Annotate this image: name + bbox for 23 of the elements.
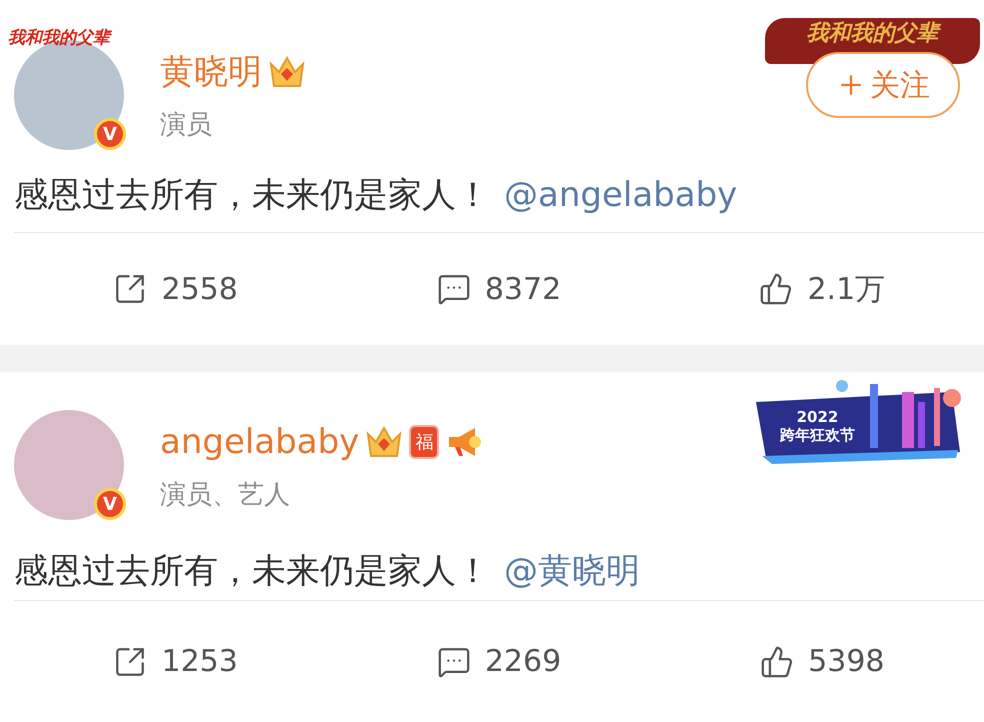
- comment-button[interactable]: 8372: [337, 272, 661, 306]
- avatar-frame-text: 我和我的父辈: [8, 27, 110, 49]
- verified-badge: V: [94, 488, 126, 520]
- post-text: 感恩过去所有，未来仍是家人！: [14, 551, 490, 591]
- fu-badge: 福: [409, 425, 440, 459]
- repost-button[interactable]: 2558: [14, 272, 338, 306]
- crown-icon: [365, 424, 404, 460]
- crown-icon: [268, 54, 306, 90]
- like-button[interactable]: 5398: [660, 644, 984, 679]
- like-button[interactable]: 2.1万: [660, 268, 984, 310]
- thumbs-up-icon: [759, 272, 794, 306]
- verified-badge: V: [94, 118, 126, 150]
- mention-link[interactable]: @angelababy: [504, 175, 738, 215]
- post-text: 感恩过去所有，未来仍是家人！: [14, 175, 490, 215]
- comment-icon: [436, 272, 471, 306]
- user-description: 演员、艺人: [160, 479, 291, 512]
- banner-title: 跨年狂欢节: [780, 426, 855, 444]
- comment-button[interactable]: 2269: [337, 644, 661, 679]
- user-description: 演员: [160, 109, 213, 142]
- mention-link[interactable]: @黄晓明: [504, 551, 640, 591]
- repost-button[interactable]: 1253: [14, 644, 338, 679]
- banner-year: 2022: [796, 408, 838, 426]
- thumbs-up-icon: [760, 644, 794, 678]
